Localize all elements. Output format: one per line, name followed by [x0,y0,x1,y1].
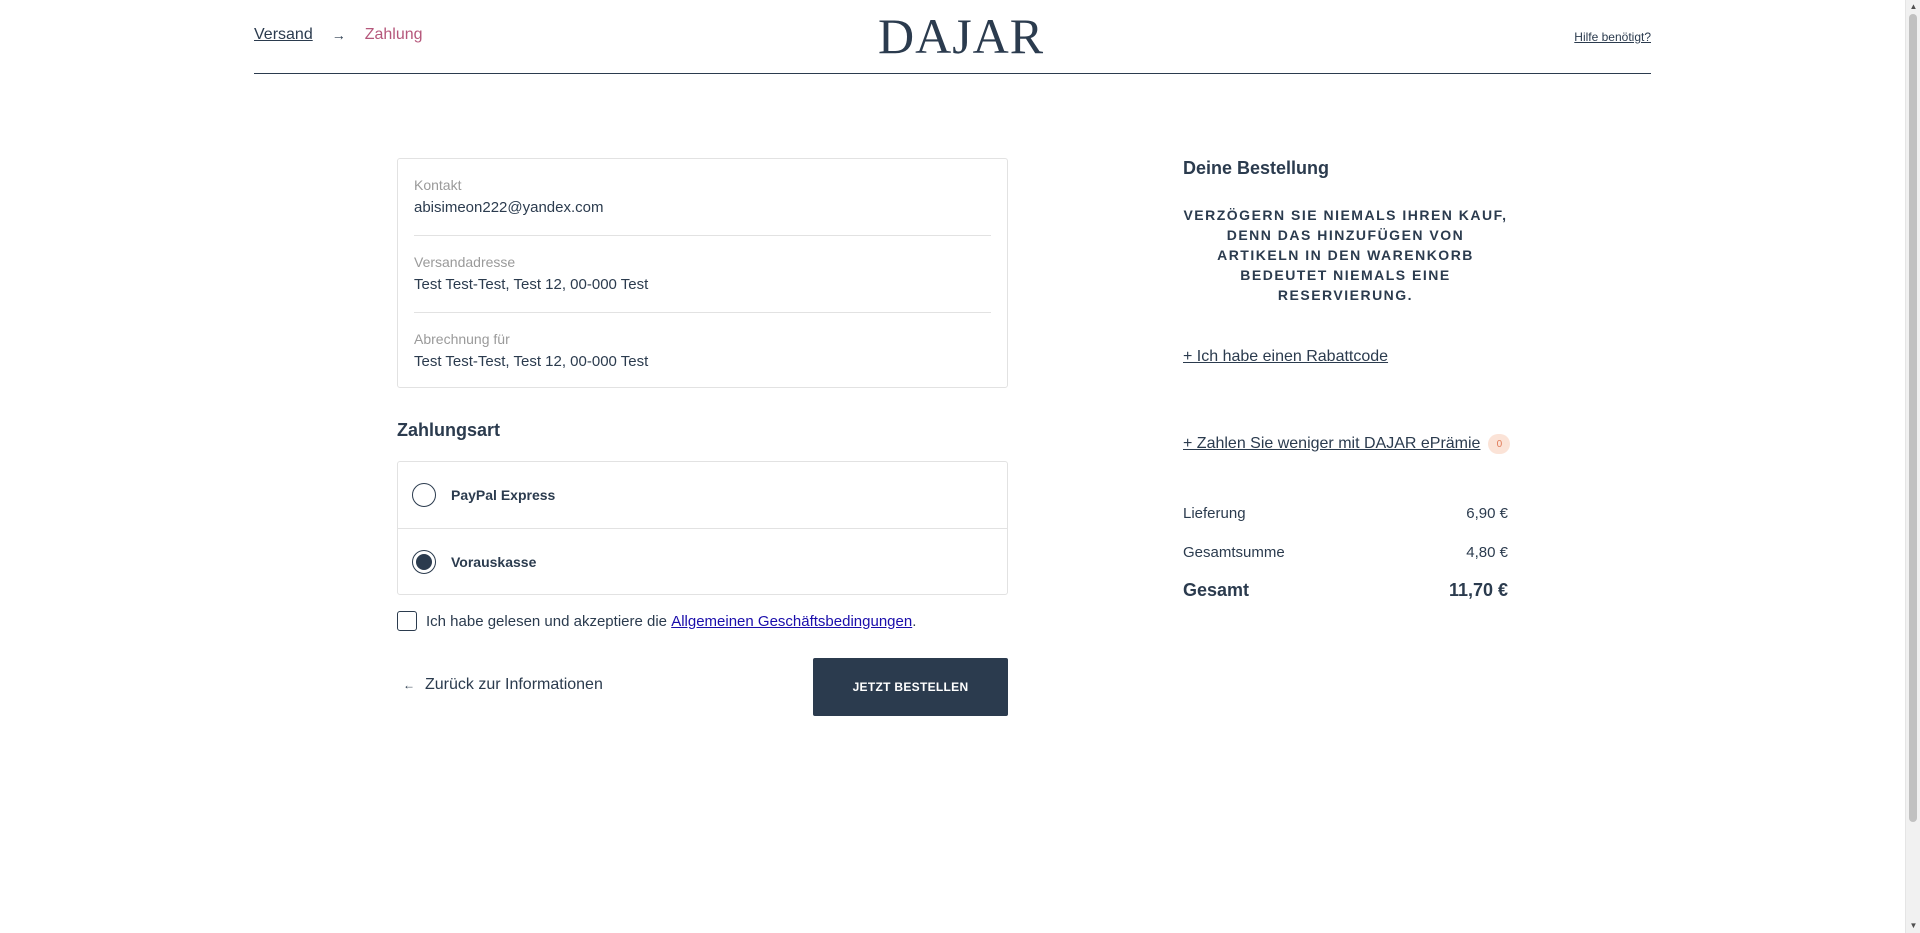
epraemie-row: + Zahlen Sie weniger mit DAJAR ePrämie 0 [1183,434,1511,454]
total-row: Gesamt 11,70 € [1183,580,1508,601]
epraemie-points-badge: 0 [1488,434,1511,454]
arrow-right-icon: → [331,27,346,43]
total-value: 11,70 € [1448,580,1508,600]
payment-option-vorauskasse[interactable]: Vorauskasse [398,528,1007,594]
help-link[interactable]: Hilfe benötigt? [1574,30,1651,44]
subtotal-value: 4,80 € [1466,544,1508,561]
scroll-up-icon[interactable]: ▲ [1906,0,1920,14]
place-order-button[interactable]: JETZT BESTELLEN [813,658,1008,716]
terms-checkbox[interactable] [397,611,417,631]
delivery-label: Lieferung [1183,505,1246,522]
subtotal-row: Gesamtsumme 4,80 € [1183,544,1508,561]
payment-options-box: PayPal Express Vorauskasse [397,461,1008,595]
shipping-address-row: Versandadresse Test Test-Test, Test 12, … [414,235,991,311]
breadcrumb-zahlung-current: Zahlung [364,26,423,43]
terms-text: Ich habe gelesen und akzeptiere die [426,612,672,630]
checkout-header: Versand → Zahlung DAJAR Hilfe benötigt? [254,0,1651,74]
payment-option-label: Vorauskasse [451,553,537,570]
billing-address-label: Abrechnung für [414,331,510,347]
radio-vorauskasse[interactable] [412,549,436,574]
scroll-down-icon[interactable]: ▼ [1906,919,1920,933]
checkout-summary-box: Kontakt abisimeon222@yandex.com Versanda… [397,158,1008,388]
reservation-notice: VERZÖGERN SIE NIEMALS IHREN KAUF, DENN D… [1183,207,1508,303]
shipping-address-label: Versandadresse [414,254,516,270]
scroll-thumb[interactable] [1909,14,1917,822]
contact-label: Kontakt [414,177,462,193]
back-to-information-link[interactable]: ← Zurück zur Informationen [403,676,603,694]
billing-address-row: Abrechnung für Test Test-Test, Test 12, … [414,312,991,388]
delivery-cost-row: Lieferung 6,90 € [1183,505,1508,522]
terms-link[interactable]: Allgemeinen Geschäftsbedingungen [671,613,912,630]
epraemie-link[interactable]: + Zahlen Sie weniger mit DAJAR ePrämie [1183,435,1480,453]
breadcrumb: Versand → Zahlung [254,26,423,44]
order-summary-title: Deine Bestellung [1183,158,1330,178]
terms-acceptance: Ich habe gelesen und akzeptiere die Allg… [397,611,916,631]
vertical-scrollbar[interactable]: ▲ ▼ [1905,0,1920,933]
billing-address-value: Test Test-Test, Test 12, 00-000 Test [414,353,649,370]
arrow-left-icon: ← [403,678,415,692]
payment-option-label: PayPal Express [451,487,556,503]
dajar-logo[interactable]: DAJAR [878,8,1044,64]
contact-row: Kontakt abisimeon222@yandex.com [414,159,991,235]
shipping-address-value: Test Test-Test, Test 12, 00-000 Test [414,276,649,293]
payment-option-paypal-express[interactable]: PayPal Express [398,462,1007,528]
total-label: Gesamt [1183,580,1250,600]
radio-paypal-express[interactable] [412,483,436,507]
subtotal-label: Gesamtsumme [1183,544,1285,561]
contact-value: abisimeon222@yandex.com [414,199,604,216]
back-link-label: Zurück zur Informationen [425,676,603,693]
payment-method-title: Zahlungsart [397,420,501,440]
discount-code-link[interactable]: + Ich habe einen Rabattcode [1183,348,1388,366]
terms-text-end: . [912,612,917,630]
delivery-value: 6,90 € [1466,505,1508,522]
breadcrumb-versand-link[interactable]: Versand [254,26,313,44]
